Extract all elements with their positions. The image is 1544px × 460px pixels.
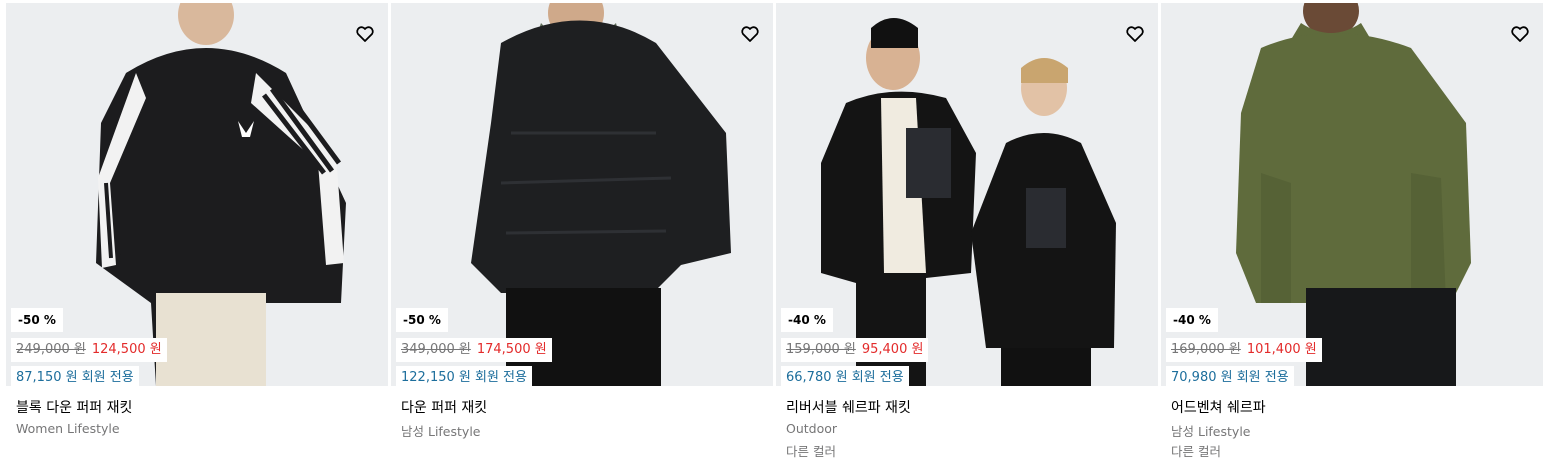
sale-price: 174,500 원 <box>476 342 547 357</box>
member-price: 87,150 원 회원 전용 <box>11 366 139 386</box>
product-category: Women Lifestyle <box>16 421 120 436</box>
discount-badge: -40 % <box>781 308 833 332</box>
price-box: 249,000 원 124,500 원 <box>11 338 167 362</box>
sale-price: 124,500 원 <box>91 342 162 357</box>
original-price: 249,000 원 <box>16 342 86 357</box>
discount-badge: -50 % <box>396 308 448 332</box>
product-image[interactable]: -40 % 169,000 원 101,400 원 70,980 원 회원 전용 <box>1161 3 1543 386</box>
product-name[interactable]: 다운 퍼퍼 재킷 <box>401 397 487 417</box>
product-category: Outdoor <box>786 421 838 436</box>
discount-badge: -40 % <box>1166 308 1218 332</box>
product-image[interactable]: -40 % 159,000 원 95,400 원 66,780 원 회원 전용 <box>776 3 1158 386</box>
original-price: 159,000 원 <box>786 342 856 357</box>
original-price: 349,000 원 <box>401 342 471 357</box>
heart-outline-icon[interactable] <box>1509 23 1531 45</box>
original-price: 169,000 원 <box>1171 342 1241 357</box>
price-box: 169,000 원 101,400 원 <box>1166 338 1322 362</box>
product-card[interactable]: -40 % 159,000 원 95,400 원 66,780 원 회원 전용 리… <box>776 3 1158 459</box>
product-name[interactable]: 블록 다운 퍼퍼 재킷 <box>16 397 132 417</box>
product-photo <box>471 3 731 386</box>
sale-price: 101,400 원 <box>1246 342 1317 357</box>
product-grid: -50 % 249,000 원 124,500 원 87,150 원 회원 전용 … <box>6 3 1543 459</box>
product-name[interactable]: 리버서블 쉐르파 재킷 <box>786 397 911 417</box>
product-card[interactable]: -50 % 249,000 원 124,500 원 87,150 원 회원 전용 … <box>6 3 388 451</box>
product-photo <box>96 3 346 386</box>
heart-outline-icon[interactable] <box>1124 23 1146 45</box>
member-price: 122,150 원 회원 전용 <box>396 366 532 386</box>
heart-outline-icon[interactable] <box>739 23 761 45</box>
product-photo <box>1236 3 1471 386</box>
product-photo <box>821 18 1116 386</box>
product-image[interactable]: -50 % 349,000 원 174,500 원 122,150 원 회원 전용 <box>391 3 773 386</box>
product-card[interactable]: -40 % 169,000 원 101,400 원 70,980 원 회원 전용 … <box>1161 3 1543 459</box>
heart-outline-icon[interactable] <box>354 23 376 45</box>
product-category: 남성 Lifestyle <box>1171 424 1251 439</box>
product-category: 남성 Lifestyle <box>401 424 481 439</box>
product-card[interactable]: -50 % 349,000 원 174,500 원 122,150 원 회원 전용… <box>391 3 773 451</box>
product-image[interactable]: -50 % 249,000 원 124,500 원 87,150 원 회원 전용 <box>6 3 388 386</box>
member-price: 66,780 원 회원 전용 <box>781 366 909 386</box>
discount-badge: -50 % <box>11 308 63 332</box>
product-name[interactable]: 어드벤쳐 쉐르파 <box>1171 397 1266 417</box>
member-price: 70,980 원 회원 전용 <box>1166 366 1294 386</box>
sale-price: 95,400 원 <box>861 342 924 357</box>
price-box: 349,000 원 174,500 원 <box>396 338 552 362</box>
price-box: 159,000 원 95,400 원 <box>781 338 929 362</box>
